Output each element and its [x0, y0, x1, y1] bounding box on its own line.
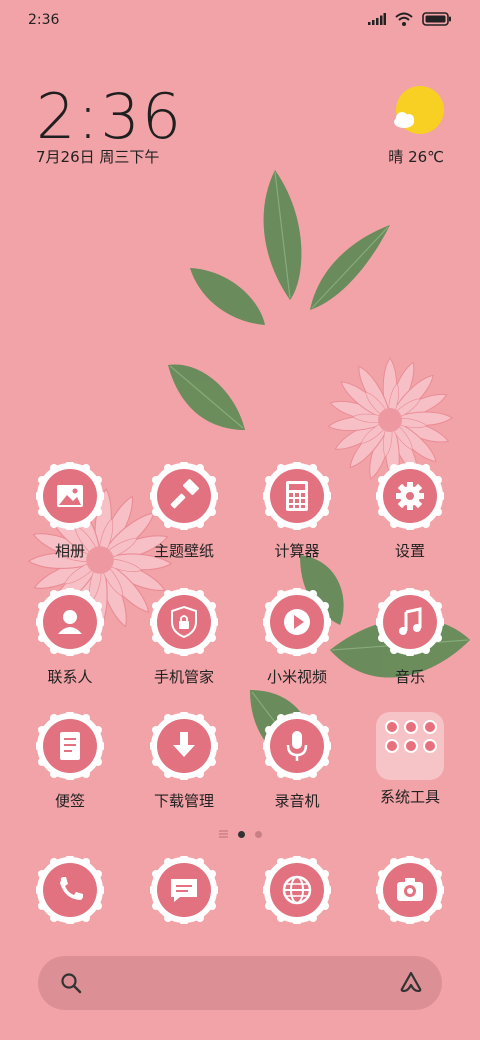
camera-icon [374, 854, 446, 926]
search-icon[interactable] [60, 972, 82, 994]
shield-icon [148, 586, 220, 658]
clock-time[interactable]: 2:36 [36, 80, 183, 153]
app-label: 联系人 [47, 668, 93, 686]
dock-camera[interactable] [353, 854, 467, 928]
app-label: 手机管家 [153, 668, 214, 686]
wifi-icon [395, 12, 413, 26]
app-label: 便签 [54, 792, 85, 810]
battery-icon [422, 12, 451, 26]
music-icon [374, 586, 446, 658]
sun-cloud-icon[interactable] [392, 86, 444, 134]
play-icon [261, 586, 333, 658]
download-icon [148, 710, 220, 782]
signal-icon [368, 13, 386, 25]
app-label: 系统工具 [379, 788, 440, 806]
status-bar: 2:36 [0, 0, 480, 42]
menu-lines-icon [218, 830, 228, 838]
phone-icon [34, 854, 106, 926]
note-icon [34, 710, 106, 782]
status-icons [368, 12, 452, 26]
mic-icon [261, 710, 333, 782]
app-folder-tools[interactable]: 系统工具 [353, 712, 467, 807]
contact-icon [34, 586, 106, 658]
app-label: 录音机 [274, 792, 320, 810]
app-label: 小米视频 [266, 668, 327, 686]
brush-icon [148, 460, 220, 532]
app-label: 音乐 [394, 668, 425, 686]
gear-icon [374, 460, 446, 532]
dock-phone[interactable] [13, 854, 127, 928]
app-themes[interactable]: 主题壁纸 [127, 460, 241, 561]
app-calculator[interactable]: 计算器 [240, 460, 354, 561]
message-icon [148, 854, 220, 926]
page-dot[interactable] [254, 830, 262, 838]
app-downloads[interactable]: 下载管理 [127, 710, 241, 811]
app-label: 设置 [394, 542, 425, 560]
page-indicator[interactable] [0, 830, 480, 838]
folder-icon [376, 712, 444, 780]
dock-browser[interactable] [240, 854, 354, 928]
app-gallery[interactable]: 相册 [13, 460, 127, 561]
app-settings[interactable]: 设置 [353, 460, 467, 561]
page-dot-active[interactable] [237, 830, 245, 838]
app-video[interactable]: 小米视频 [240, 586, 354, 687]
app-music[interactable]: 音乐 [353, 586, 467, 687]
status-time: 2:36 [28, 12, 60, 28]
app-notes[interactable]: 便签 [13, 710, 127, 811]
calculator-icon [261, 460, 333, 532]
app-label: 下载管理 [153, 792, 214, 810]
search-bar[interactable] [38, 956, 442, 1010]
app-label: 计算器 [274, 542, 320, 560]
app-security[interactable]: 手机管家 [127, 586, 241, 687]
dock-messages[interactable] [127, 854, 241, 928]
app-label: 相册 [54, 542, 85, 560]
gallery-icon [34, 460, 106, 532]
app-contacts[interactable]: 联系人 [13, 586, 127, 687]
assistant-icon[interactable] [398, 970, 424, 994]
globe-icon [261, 854, 333, 926]
app-recorder[interactable]: 录音机 [240, 710, 354, 811]
app-label: 主题壁纸 [153, 542, 214, 560]
